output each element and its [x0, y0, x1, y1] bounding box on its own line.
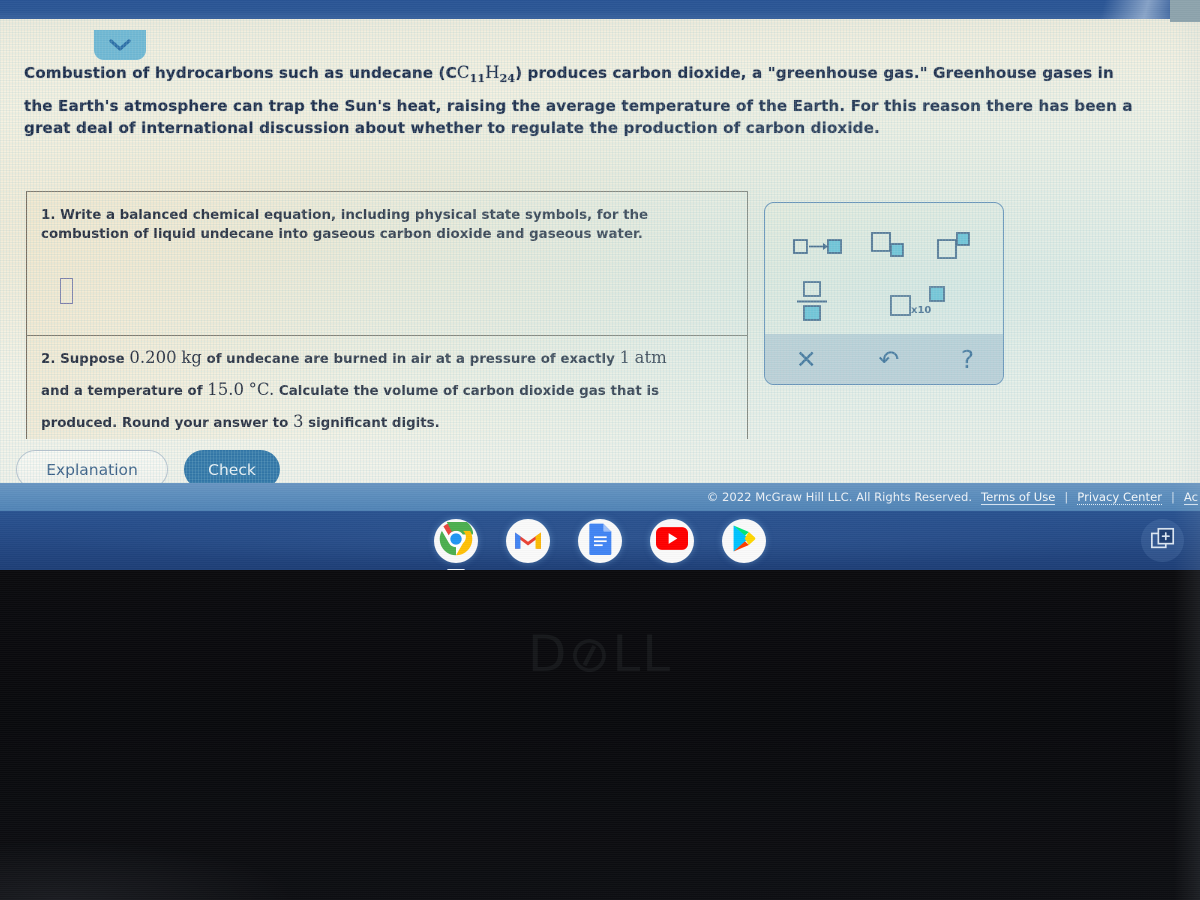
- webpage-content: Combustion of hydrocarbons such as undec…: [0, 19, 1200, 489]
- q2-text-d: Calculate the volume of carbon dioxide g…: [278, 384, 660, 399]
- reaction-arrow-icon: [792, 235, 844, 260]
- privacy-center-link[interactable]: Privacy Center: [1077, 490, 1162, 505]
- subscript-icon: [870, 231, 910, 264]
- fraction-button[interactable]: [793, 278, 831, 329]
- screen-reflection-left: [0, 840, 300, 900]
- question-2-line-2: and a temperature of 15.0 °C. Calculate …: [41, 380, 733, 399]
- q2-text-b: of undecane are burned in air at a press…: [206, 352, 615, 367]
- laptop-screen: Combustion of hydrocarbons such as undec…: [0, 0, 1200, 900]
- question-container: 1. Write a balanced chemical equation, i…: [26, 191, 748, 439]
- question-2: 2. Suppose 0.200 kg of undecane are burn…: [27, 336, 747, 431]
- formula-h-subscript: 24: [499, 72, 516, 85]
- question-1-text: 1. Write a balanced chemical equation, i…: [41, 206, 729, 245]
- q2-mass-unit: kg: [181, 348, 202, 367]
- scientific-notation-button[interactable]: x10: [887, 283, 949, 324]
- collapse-panel-tab[interactable]: [94, 30, 146, 60]
- undo-button[interactable]: ↶: [868, 347, 909, 372]
- question-1-number: 1.: [41, 208, 56, 223]
- site-footer: © 2022 McGraw Hill LLC. All Rights Reser…: [0, 483, 1200, 511]
- keypad-button-grid: x10: [765, 203, 1003, 331]
- superscript-icon: [936, 231, 976, 264]
- q2-text-f: significant digits.: [308, 416, 440, 431]
- fraction-icon: [795, 280, 829, 327]
- chrome-icon: [439, 518, 474, 560]
- play-store-launcher[interactable]: [722, 518, 766, 563]
- problem-intro-paragraph: Combustion of hydrocarbons such as undec…: [24, 61, 1174, 140]
- google-docs-launcher[interactable]: [578, 518, 622, 563]
- intro-text-a: Combustion of hydrocarbons such as undec…: [24, 64, 457, 82]
- q2-text-e: produced. Round your answer to: [41, 416, 289, 431]
- question-1: 1. Write a balanced chemical equation, i…: [27, 192, 747, 336]
- chevron-down-icon: [109, 38, 131, 52]
- q2-pressure-value: 1: [619, 348, 630, 367]
- undo-icon: ↶: [878, 344, 900, 374]
- gmail-icon: [514, 528, 542, 554]
- dell-letters-ll: LL: [612, 625, 673, 683]
- keypad-row-2: x10: [765, 275, 1003, 331]
- q2-temperature-unit: °C.: [248, 380, 275, 399]
- q2-sigfig-value: 3: [292, 412, 304, 431]
- footer-links: © 2022 McGraw Hill LLC. All Rights Reser…: [707, 490, 1200, 505]
- screen-capture-icon: [1150, 526, 1176, 556]
- q2-text-a: 2. Suppose: [41, 352, 125, 367]
- intro-line-3: great deal of international discussion a…: [24, 119, 880, 138]
- keypad-row-1: [765, 219, 1003, 275]
- play-store-icon: [731, 524, 757, 557]
- clear-button[interactable]: ✕: [786, 347, 827, 372]
- q2-pressure-unit: atm: [634, 348, 667, 367]
- screen-reflection-right: [1174, 0, 1200, 900]
- google-docs-icon: [588, 523, 612, 559]
- question-2-line-1: 2. Suppose 0.200 kg of undecane are burn…: [41, 348, 733, 367]
- intro-line-1: Combustion of hydrocarbons such as undec…: [24, 61, 1174, 88]
- keypad-footer-bar: ✕ ↶ ?: [765, 334, 1003, 384]
- svg-text:x10: x10: [911, 305, 931, 316]
- question-2-line-3: produced. Round your answer to 3 signifi…: [41, 412, 733, 431]
- dell-brand-logo: D⊘LL: [0, 620, 1200, 689]
- close-icon: ✕: [795, 344, 817, 374]
- terms-of-use-link[interactable]: Terms of Use: [981, 490, 1056, 505]
- os-taskbar: [0, 511, 1200, 570]
- intro-text-c: ) produces carbon dioxide, a "greenhouse…: [515, 64, 1114, 82]
- formula-h: H: [485, 63, 500, 82]
- youtube-icon: [656, 527, 688, 554]
- scientific-notation-icon: x10: [889, 285, 947, 322]
- q2-text-c: and a temperature of: [41, 384, 203, 399]
- help-button[interactable]: ?: [951, 347, 984, 372]
- subscript-button[interactable]: [868, 229, 912, 266]
- bezel-highlight: [1170, 0, 1200, 22]
- superscript-button[interactable]: [934, 229, 978, 266]
- copyright-text: © 2022 McGraw Hill LLC. All Rights Reser…: [706, 490, 973, 504]
- question-mark-icon: ?: [960, 344, 975, 374]
- taskbar-launchers: [0, 511, 1200, 570]
- question-1-prompt: Write a balanced chemical equation, incl…: [41, 208, 649, 243]
- math-keypad-panel: x10 ✕ ↶ ?: [764, 202, 1004, 385]
- gmail-launcher[interactable]: [506, 518, 550, 563]
- browser-chrome-strip: [0, 0, 1200, 19]
- footer-separator-1: |: [1064, 490, 1069, 504]
- intro-line-2: the Earth's atmosphere can trap the Sun'…: [24, 96, 1133, 115]
- formula-c: C: [456, 63, 470, 82]
- chrome-launcher[interactable]: [434, 518, 478, 563]
- formula-c-subscript: 11: [469, 72, 486, 85]
- question-1-answer-field[interactable]: [60, 278, 73, 308]
- q2-temperature-value: 15.0: [207, 380, 244, 399]
- youtube-launcher[interactable]: [650, 518, 694, 563]
- q2-mass-value: 0.200: [129, 348, 177, 367]
- empty-answer-box[interactable]: [60, 278, 73, 304]
- reaction-arrow-button[interactable]: [790, 233, 846, 262]
